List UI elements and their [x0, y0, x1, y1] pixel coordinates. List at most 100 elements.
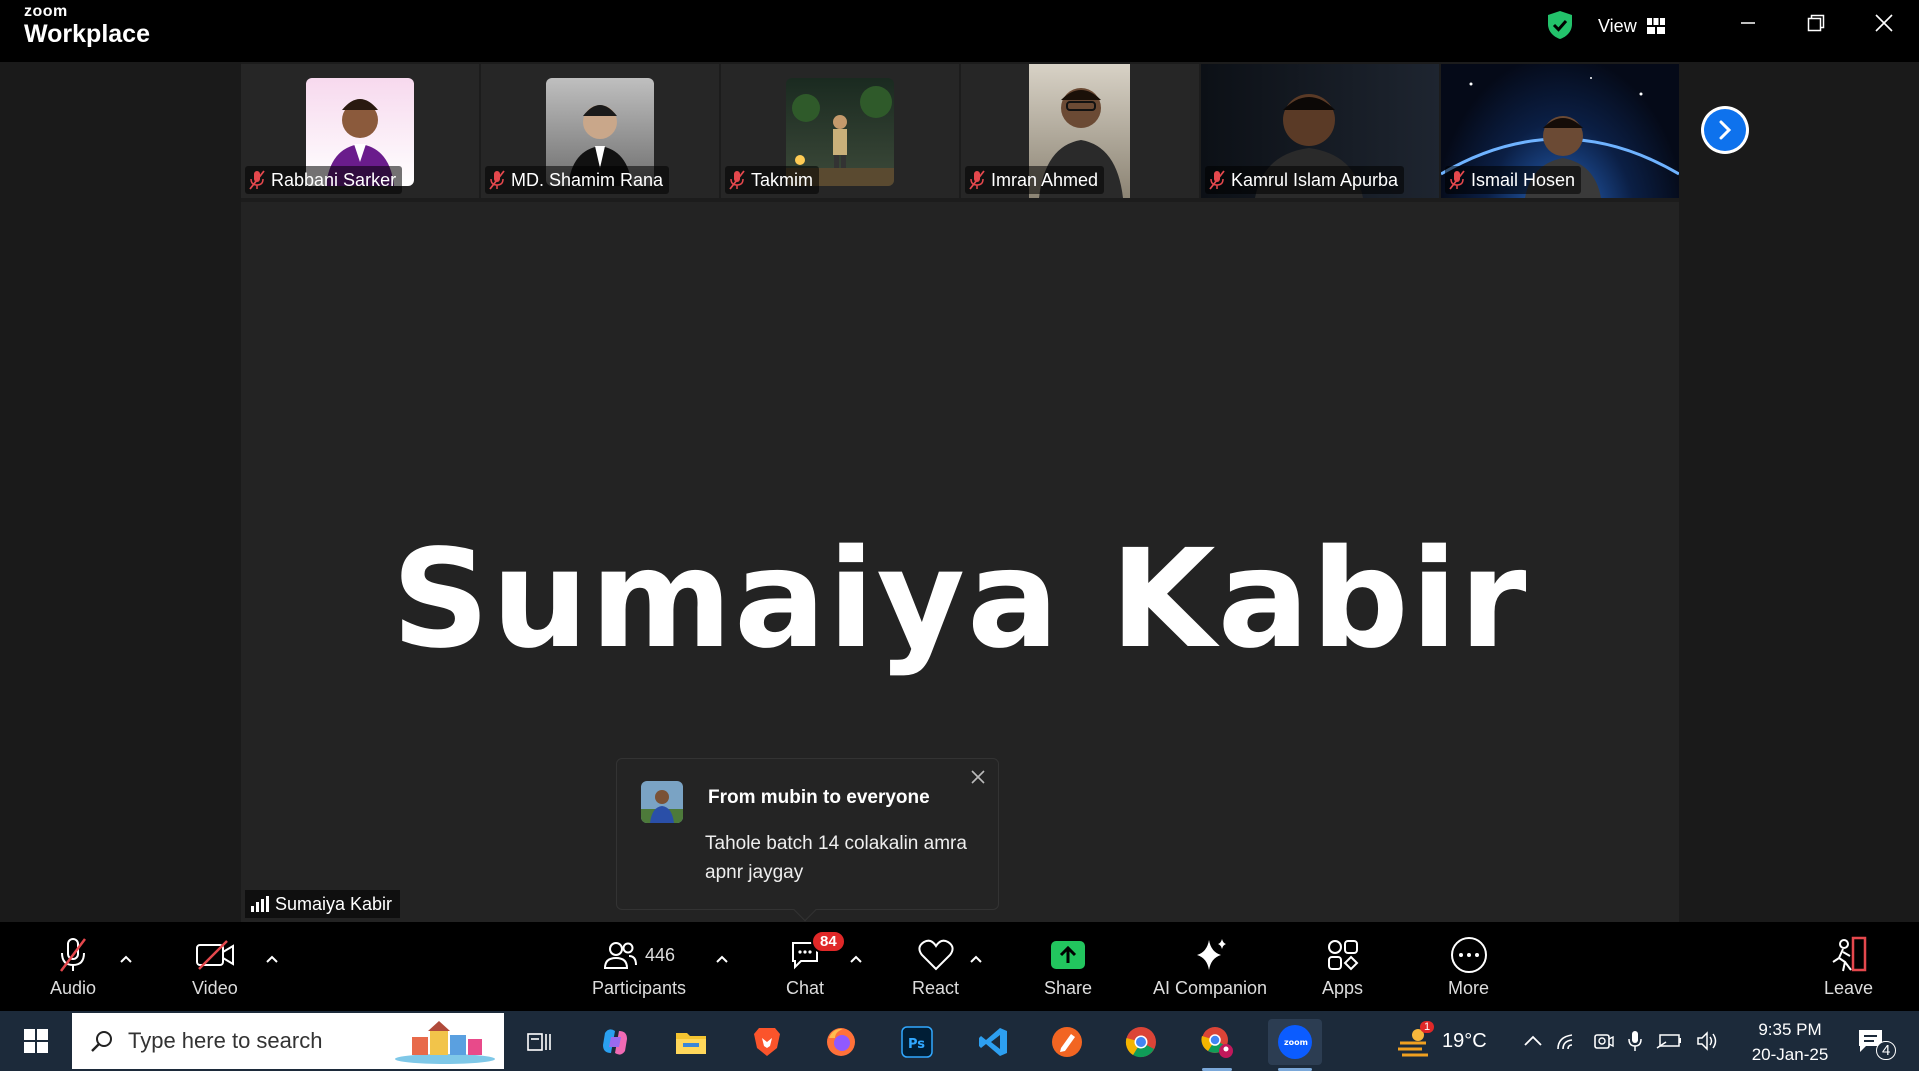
leave-door-icon — [1831, 936, 1866, 972]
participant-namebar: Takmim — [725, 166, 819, 194]
meeting-toolbar: Audio Video 446 Participants 84 Chat Rea… — [0, 922, 1919, 1011]
chevron-up-icon[interactable] — [1524, 1035, 1542, 1047]
video-button[interactable]: Video — [192, 936, 238, 999]
wifi-icon[interactable] — [1556, 1031, 1578, 1051]
participant-strip: Rabbani Sarker MD. Shamim Rana Takmim Im… — [241, 62, 1679, 202]
more-button[interactable]: More — [1448, 936, 1489, 999]
muted-mic-icon — [969, 170, 985, 190]
notification-center-button[interactable]: 4 — [1856, 1011, 1897, 1071]
apps-button[interactable]: Apps — [1322, 936, 1363, 999]
share-screen-icon — [1051, 941, 1086, 969]
react-options-caret[interactable] — [968, 952, 984, 966]
participant-namebar: MD. Shamim Rana — [485, 166, 670, 194]
start-button[interactable] — [0, 1011, 72, 1071]
participant-tile[interactable]: Imran Ahmed — [961, 64, 1199, 198]
participant-tile[interactable]: Takmim — [721, 64, 959, 198]
weather-widget[interactable]: 1 19°C — [1396, 1011, 1487, 1071]
muted-mic-icon — [1209, 170, 1225, 190]
taskbar-pen-app[interactable] — [1044, 1019, 1090, 1065]
taskbar-file-explorer[interactable] — [668, 1019, 714, 1065]
participant-tile[interactable]: Ismail Hosen — [1441, 64, 1679, 198]
more-icon — [1450, 937, 1487, 973]
leave-button[interactable]: Leave — [1824, 936, 1873, 999]
ai-companion-button[interactable]: AI Companion — [1153, 936, 1267, 999]
participant-namebar: Kamrul Islam Apurba — [1205, 166, 1405, 194]
battery-icon[interactable] — [1656, 1032, 1682, 1050]
close-notification-button[interactable] — [968, 767, 988, 787]
participant-namebar: Ismail Hosen — [1445, 166, 1582, 194]
copilot-icon — [603, 1029, 627, 1055]
security-shield-icon[interactable] — [1546, 10, 1574, 40]
taskbar-search[interactable]: Type here to search — [72, 1013, 504, 1069]
taskbar-chrome-profile[interactable] — [1194, 1019, 1240, 1071]
share-button[interactable]: Share — [1044, 936, 1092, 999]
view-label: View — [1598, 15, 1637, 36]
apps-icon — [1327, 940, 1358, 971]
sparkle-icon — [1197, 939, 1227, 970]
restore-icon — [1807, 14, 1825, 32]
speaker-tag-name: Sumaiya Kabir — [275, 893, 393, 914]
participant-name: MD. Shamim Rana — [511, 169, 664, 190]
brave-browser-icon — [754, 1028, 780, 1056]
react-button[interactable]: React — [912, 936, 959, 999]
chat-button[interactable]: 84 Chat — [786, 930, 846, 999]
taskbar-copilot[interactable] — [592, 1019, 638, 1065]
vscode-icon — [979, 1028, 1007, 1056]
taskbar-brave[interactable] — [744, 1019, 790, 1065]
camera-in-use-icon[interactable] — [1592, 1031, 1614, 1051]
app-brand: zoom Workplace — [24, 4, 150, 47]
chrome-icon — [1125, 1027, 1156, 1058]
participant-tile[interactable]: MD. Shamim Rana — [481, 64, 719, 198]
minimize-button[interactable] — [1718, 8, 1778, 38]
chat-notification-title: From mubin to everyone — [708, 787, 930, 808]
taskbar-vscode[interactable] — [970, 1019, 1016, 1065]
video-off-icon — [195, 940, 234, 970]
participant-tile[interactable]: Kamrul Islam Apurba — [1201, 64, 1439, 198]
taskbar-photoshop[interactable]: Ps — [894, 1019, 940, 1065]
photoshop-icon: Ps — [901, 1026, 933, 1058]
restore-button[interactable] — [1786, 8, 1846, 38]
participant-namebar: Rabbani Sarker — [245, 166, 403, 194]
chat-unread-badge: 84 — [811, 930, 846, 953]
meeting-stage: Rabbani Sarker MD. Shamim Rana Takmim Im… — [241, 62, 1749, 922]
weather-alert-badge: 1 — [1420, 1021, 1435, 1033]
clock-time: 9:35 PM — [1758, 1020, 1822, 1039]
task-view-button[interactable] — [516, 1019, 562, 1065]
svg-text:zoom: zoom — [1284, 1038, 1308, 1047]
chevron-up-icon — [850, 955, 862, 963]
participant-name: Rabbani Sarker — [271, 169, 397, 190]
notification-count: 4 — [1876, 1041, 1897, 1060]
participant-namebar: Imran Ahmed — [965, 166, 1105, 194]
react-label: React — [912, 978, 960, 998]
chevron-up-icon — [970, 955, 982, 963]
taskbar-zoom[interactable]: zoom — [1268, 1019, 1322, 1071]
zoom-app-icon: zoom — [1278, 1025, 1312, 1059]
microphone-in-use-icon[interactable] — [1628, 1030, 1642, 1052]
search-icon — [91, 1031, 112, 1052]
volume-icon[interactable] — [1696, 1031, 1720, 1051]
chat-options-caret[interactable] — [848, 952, 864, 966]
participants-label: Participants — [592, 978, 687, 998]
signal-strength-icon — [251, 896, 269, 912]
share-label: Share — [1044, 978, 1093, 998]
taskbar-chrome[interactable] — [1118, 1019, 1164, 1065]
participant-tile[interactable]: Rabbani Sarker — [241, 64, 479, 198]
active-speaker-tag: Sumaiya Kabir — [245, 890, 401, 918]
muted-mic-icon — [60, 938, 87, 972]
brand-workplace: Workplace — [24, 20, 150, 48]
taskbar-firefox[interactable] — [818, 1019, 864, 1065]
video-options-caret[interactable] — [264, 952, 280, 966]
taskbar-clock[interactable]: 9:35 PM 20-Jan-25 — [1740, 1017, 1840, 1067]
close-window-button[interactable] — [1854, 8, 1914, 38]
chat-notification[interactable]: From mubin to everyone Tahole batch 14 c… — [616, 758, 999, 922]
participants-options-caret[interactable] — [714, 952, 730, 966]
audio-options-caret[interactable] — [118, 952, 134, 966]
task-view-icon — [527, 1033, 551, 1051]
next-page-button[interactable] — [1701, 106, 1749, 154]
chevron-up-icon — [716, 955, 728, 963]
participants-button[interactable]: 446 Participants — [592, 936, 686, 999]
view-button[interactable]: View — [1598, 12, 1665, 40]
audio-button[interactable]: Audio — [50, 936, 96, 999]
chrome-profile-icon — [1201, 1027, 1233, 1058]
close-icon — [971, 770, 985, 784]
